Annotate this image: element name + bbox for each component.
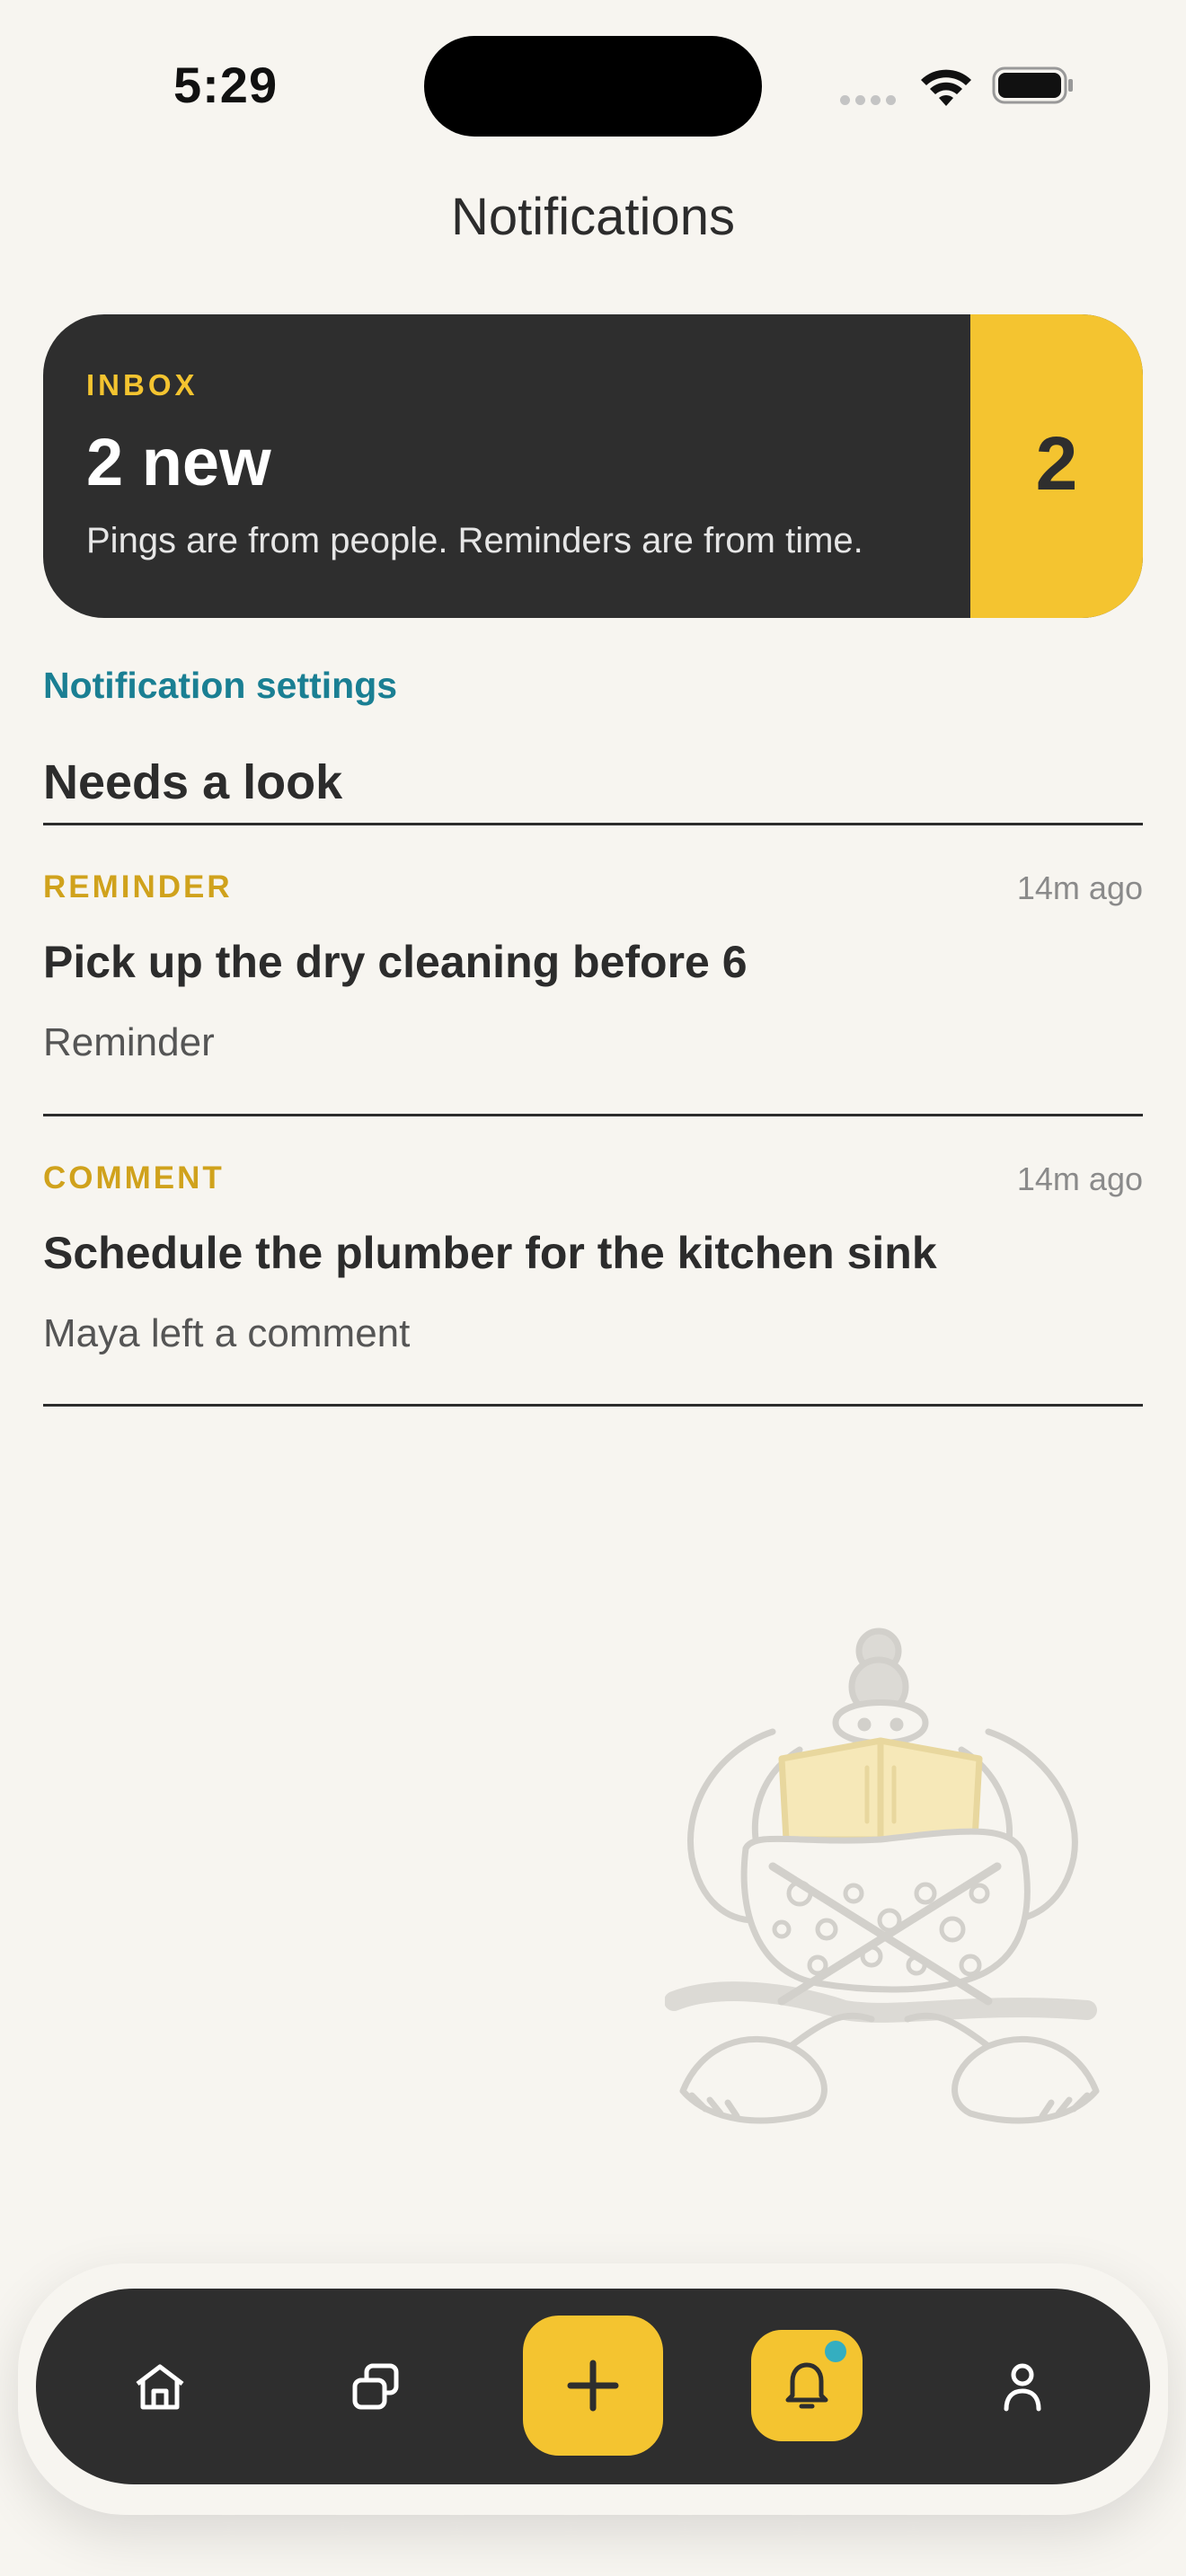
inbox-count-badge: 2	[970, 314, 1143, 618]
plus-icon	[567, 2360, 619, 2412]
tab-collections[interactable]	[332, 2289, 419, 2484]
notification-item[interactable]: COMMENT 14m ago Schedule the plumber for…	[43, 1116, 1143, 1405]
notification-time: 14m ago	[1016, 869, 1143, 906]
reading-person-illustration	[665, 1628, 1100, 2124]
notification-item[interactable]: REMINDER 14m ago Pick up the dry cleanin…	[43, 825, 1143, 1114]
profile-icon	[1004, 2363, 1041, 2412]
bottom-tab-bar	[36, 2289, 1150, 2484]
stack-icon	[352, 2363, 399, 2410]
notification-subtitle: Reminder	[43, 1020, 215, 1064]
inbox-title: 2 new	[86, 425, 271, 499]
status-time: 5:29	[173, 57, 279, 113]
tab-home[interactable]	[117, 2289, 203, 2484]
inbox-summary-card[interactable]: INBOX 2 new Pings are from people. Remin…	[43, 314, 1143, 618]
inbox-eyebrow: INBOX	[86, 368, 199, 401]
tab-profile[interactable]	[979, 2289, 1066, 2484]
notification-badge-dot	[825, 2341, 846, 2362]
section-title: Needs a look	[43, 755, 343, 809]
home-icon	[136, 2364, 184, 2410]
bell-icon	[785, 2362, 828, 2409]
dynamic-island	[424, 36, 762, 137]
notification-settings-link[interactable]: Notification settings	[43, 665, 397, 707]
notification-kind: COMMENT	[43, 1160, 225, 1195]
add-button[interactable]	[523, 2316, 663, 2456]
notification-title: Schedule the plumber for the kitchen sin…	[43, 1228, 937, 1278]
notification-kind: REMINDER	[43, 869, 233, 904]
inbox-count: 2	[1035, 421, 1078, 506]
item-divider	[43, 1404, 1143, 1407]
battery-icon	[992, 66, 1073, 104]
wifi-icon	[921, 69, 971, 106]
inbox-subtitle: Pings are from people. Reminders are fro…	[86, 521, 863, 560]
page-title: Notifications	[451, 188, 735, 246]
cellular-signal-icon	[840, 93, 903, 105]
notification-title: Pick up the dry cleaning before 6	[43, 937, 748, 987]
notification-time: 14m ago	[1016, 1160, 1143, 1197]
tab-notifications[interactable]	[751, 2330, 863, 2441]
notification-subtitle: Maya left a comment	[43, 1311, 411, 1355]
